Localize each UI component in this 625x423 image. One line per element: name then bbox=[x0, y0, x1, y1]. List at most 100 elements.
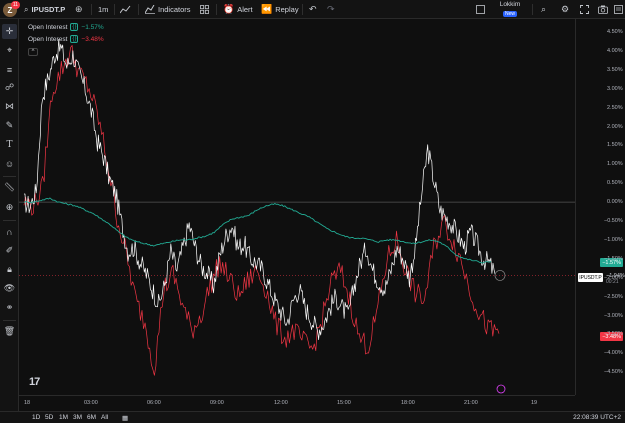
rewind-icon: ⏪ bbox=[261, 4, 273, 14]
publish-icon bbox=[614, 5, 623, 14]
collapse-legend-button[interactable]: ^ bbox=[28, 48, 38, 56]
price-tick-label: 2.50% bbox=[607, 104, 623, 111]
quick-search-button[interactable]: ⌕ bbox=[541, 2, 546, 17]
line-chart-icon bbox=[120, 5, 131, 14]
time-tick-label: 09:00 bbox=[210, 400, 224, 406]
range-all-button[interactable]: All bbox=[101, 414, 108, 421]
stay-drawing-tool[interactable]: ✐ bbox=[2, 243, 17, 258]
fib-tool[interactable]: ☍ bbox=[2, 80, 17, 95]
alert-button[interactable]: ⏰ Alert bbox=[223, 2, 253, 17]
toolbar-divider bbox=[532, 4, 533, 15]
legend-name: Open Interest bbox=[28, 35, 68, 43]
replay-button[interactable]: ⏪ Replay bbox=[261, 2, 299, 17]
price-tick-label: −0.50% bbox=[604, 218, 623, 224]
chart-type-button[interactable] bbox=[120, 2, 131, 17]
replay-label: Replay bbox=[275, 5, 299, 14]
templates-button[interactable] bbox=[200, 2, 209, 17]
undo-button[interactable]: ↶ bbox=[309, 2, 317, 17]
magnet-tool[interactable]: ∩ bbox=[2, 224, 17, 239]
toolbar-divider bbox=[302, 4, 303, 15]
pencil-lock-icon: ✐ bbox=[5, 245, 14, 255]
alert-label: Alert bbox=[237, 5, 253, 14]
tradingview-logo[interactable]: 17 bbox=[29, 376, 40, 388]
toolbar-divider bbox=[3, 176, 16, 177]
brush-icon: ✎ bbox=[5, 120, 14, 130]
compare-symbol-button[interactable]: ⊕ bbox=[75, 2, 83, 17]
hide-tool[interactable]: 👁︎ bbox=[2, 281, 17, 296]
time-tick-label: 18 bbox=[24, 400, 31, 406]
range-5d-button[interactable]: 5D bbox=[45, 414, 53, 421]
fib-icon: ☍ bbox=[4, 82, 15, 92]
price-tick-label: −4.00% bbox=[604, 350, 623, 357]
trade-status-badge: New bbox=[502, 11, 517, 17]
toolbar-divider bbox=[3, 220, 16, 221]
chevron-up-icon: ^ bbox=[31, 49, 35, 55]
brush-tool[interactable]: ✎ bbox=[2, 118, 17, 133]
drawing-toolbar: ✛ ⌖ ≡ ☍ ⋈ ✎ T ☺ 📏︎ ⊕ ∩ ✐ 🔒︎ 👁︎ ⚭ 🗑︎ bbox=[0, 19, 19, 411]
settings-brackets-icon[interactable]: {} bbox=[70, 35, 79, 43]
legend-value: −1.57% bbox=[81, 23, 104, 31]
trend-line-icon: ≡ bbox=[6, 64, 13, 75]
price-axis[interactable]: −1.57% IPUSDT.P −1.94% 00:21 −3.48% 4.50… bbox=[575, 19, 625, 395]
screenshot-button[interactable] bbox=[598, 2, 608, 17]
pattern-icon: ⋈ bbox=[5, 101, 14, 111]
goto-date-button[interactable]: ▦ bbox=[122, 414, 128, 422]
time-tick-label: 03:00 bbox=[84, 400, 98, 406]
pattern-tool[interactable]: ⋈ bbox=[2, 99, 17, 114]
publish-button[interactable] bbox=[614, 2, 623, 17]
link-tool[interactable]: ⚭ bbox=[2, 300, 17, 315]
crosshair-icon: ✛ bbox=[5, 26, 14, 36]
trade-name: Lokkim bbox=[499, 1, 521, 8]
open-interest-line-green bbox=[23, 197, 492, 264]
remove-drawings-tool[interactable]: 🗑︎ bbox=[2, 324, 17, 339]
time-axis[interactable]: 18 03:00 06:00 09:00 12:00 15:00 18:00 21:00 19 bbox=[19, 395, 575, 411]
icon-tool[interactable]: ☺ bbox=[2, 156, 17, 171]
toolbar-divider bbox=[216, 4, 217, 15]
legend-value: −3.48% bbox=[81, 35, 104, 43]
price-series-line bbox=[24, 38, 496, 341]
price-tick-label: −1.50% bbox=[604, 255, 623, 262]
text-tool[interactable]: T bbox=[2, 137, 17, 152]
settings-button[interactable]: ⚙ bbox=[561, 2, 569, 17]
range-1m-button[interactable]: 1M bbox=[59, 414, 68, 421]
range-6m-button[interactable]: 6M bbox=[87, 414, 96, 421]
clock-timezone[interactable]: 22:08:39 UTC+2 bbox=[573, 414, 621, 421]
toolbar-divider bbox=[138, 4, 139, 15]
smiley-icon: ☺ bbox=[4, 158, 15, 169]
zoom-tool[interactable]: ⊕ bbox=[2, 200, 17, 215]
lock-icon: 🔒︎ bbox=[7, 264, 12, 274]
price-tick-label: −2.00% bbox=[604, 274, 623, 281]
price-tick-label: −2.50% bbox=[604, 293, 623, 300]
chart-svg[interactable] bbox=[19, 19, 575, 395]
replay-marker-icon bbox=[496, 384, 506, 394]
cursor-tool[interactable]: ⌖ bbox=[2, 43, 17, 58]
indicators-button[interactable]: Indicators bbox=[145, 2, 191, 17]
price-tick-label: 0.50% bbox=[607, 180, 623, 187]
measure-tool[interactable]: 📏︎ bbox=[2, 180, 17, 195]
trend-line-tool[interactable]: ≡ bbox=[2, 62, 17, 77]
undo-icon: ↶ bbox=[309, 4, 317, 14]
interval-button[interactable]: 1m bbox=[98, 2, 108, 17]
time-tick-label: 12:00 bbox=[274, 400, 288, 406]
symbol-search-button[interactable]: ⌕ IPUSDT.P bbox=[24, 2, 65, 17]
indicators-icon bbox=[145, 5, 155, 14]
crosshair-tool[interactable]: ✛ bbox=[2, 24, 17, 39]
price-tick-label: 0.00% bbox=[607, 199, 623, 206]
legend-row-2[interactable]: Open Interest {} −3.48% bbox=[28, 35, 104, 43]
time-tick-label: 21:00 bbox=[464, 400, 478, 406]
toolbar-divider bbox=[91, 4, 92, 15]
open-interest-line-red bbox=[23, 45, 500, 376]
range-3m-button[interactable]: 3M bbox=[73, 414, 82, 421]
lock-tool[interactable]: 🔒︎ bbox=[2, 262, 17, 277]
interval-label: 1m bbox=[98, 5, 109, 14]
legend-row-1[interactable]: Open Interest {} −1.57% bbox=[28, 23, 104, 31]
price-tick-label: 3.00% bbox=[607, 85, 623, 92]
chart-pane[interactable]: Open Interest {} −1.57% Open Interest {}… bbox=[19, 19, 575, 395]
trade-button[interactable]: Lokkim New bbox=[495, 1, 525, 17]
range-1d-button[interactable]: 1D bbox=[32, 414, 40, 421]
fullscreen-button[interactable] bbox=[580, 2, 589, 17]
settings-brackets-icon[interactable]: {} bbox=[70, 23, 79, 31]
layout-button[interactable] bbox=[476, 2, 485, 17]
redo-button[interactable]: ↷ bbox=[327, 2, 335, 17]
camera-icon bbox=[598, 5, 608, 14]
